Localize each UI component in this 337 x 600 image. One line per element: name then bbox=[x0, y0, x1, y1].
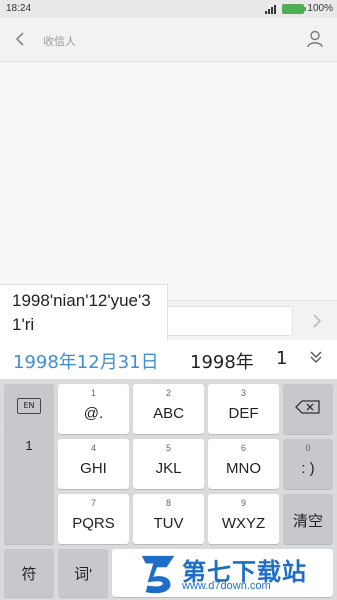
key-9[interactable]: 9 WXYZ bbox=[208, 494, 279, 544]
symbol-key[interactable]: 符 bbox=[4, 549, 54, 597]
number-one-key[interactable]: 1 bbox=[4, 428, 54, 544]
key-1-num: 1 bbox=[90, 388, 96, 398]
battery-icon bbox=[282, 4, 306, 14]
clear-key[interactable]: 清空 bbox=[283, 494, 333, 544]
key-0-num: 0 bbox=[305, 443, 311, 453]
person-icon[interactable] bbox=[307, 30, 323, 48]
key-7[interactable]: 7 PQRS bbox=[58, 494, 129, 544]
signal-icon bbox=[265, 5, 276, 14]
key-5[interactable]: 5 JKL bbox=[133, 439, 204, 489]
key-3[interactable]: 3 DEF bbox=[208, 384, 279, 434]
key-2-num: 2 bbox=[165, 388, 171, 398]
key-6-label: MNO bbox=[226, 460, 261, 477]
en-icon: EN bbox=[17, 398, 41, 414]
key-0-label: : ) bbox=[301, 460, 315, 477]
key-8-label: TUV bbox=[153, 515, 184, 532]
key-7-label: PQRS bbox=[72, 515, 115, 532]
status-time: 18:24 bbox=[6, 3, 32, 14]
backspace-key[interactable] bbox=[283, 384, 333, 434]
key-5-label: JKL bbox=[155, 460, 182, 477]
key-4[interactable]: 4 GHI bbox=[58, 439, 129, 489]
message-area bbox=[0, 62, 337, 300]
double-chevron-down-icon[interactable] bbox=[309, 350, 323, 364]
watermark-url: www.d7down.com bbox=[182, 580, 271, 592]
key-6-num: 6 bbox=[240, 443, 246, 453]
watermark: 第七下载站 www.d7down.com bbox=[136, 548, 337, 600]
en-switch-key[interactable]: EN bbox=[4, 384, 54, 428]
key-9-label: WXYZ bbox=[221, 515, 266, 532]
status-bar: 18:24 100% bbox=[0, 0, 337, 18]
candidate-3[interactable]: 1 bbox=[276, 348, 287, 369]
candidate-1[interactable]: 1998年12月31日 bbox=[13, 348, 159, 374]
chevron-right-icon[interactable] bbox=[311, 314, 323, 328]
key-3-label: DEF bbox=[228, 405, 259, 422]
key-8[interactable]: 8 TUV bbox=[133, 494, 204, 544]
symbol-label: 符 bbox=[21, 566, 37, 583]
key-1[interactable]: 1 @. bbox=[58, 384, 129, 434]
candidate-2[interactable]: 1998年 bbox=[190, 348, 254, 374]
number-one-label: 1 bbox=[25, 438, 33, 453]
message-input[interactable] bbox=[150, 306, 293, 336]
app-header: 收信人 bbox=[0, 18, 337, 62]
key-9-num: 9 bbox=[240, 498, 246, 508]
chevron-left-icon[interactable] bbox=[12, 31, 28, 47]
key-5-num: 5 bbox=[165, 443, 171, 453]
clear-label: 清空 bbox=[292, 513, 323, 530]
candidate-bar: 1998年12月31日 1998年 1 bbox=[0, 340, 337, 380]
key-2[interactable]: 2 ABC bbox=[133, 384, 204, 434]
battery-percent: 100% bbox=[307, 3, 333, 14]
recipient-input[interactable]: 收信人 bbox=[43, 33, 76, 49]
watermark-logo-icon bbox=[141, 555, 175, 594]
key-0[interactable]: 0 : ) bbox=[283, 439, 333, 489]
key-6[interactable]: 6 MNO bbox=[208, 439, 279, 489]
word-label: 词' bbox=[74, 566, 92, 583]
key-4-num: 4 bbox=[90, 443, 96, 453]
key-7-num: 7 bbox=[90, 498, 96, 508]
key-4-label: GHI bbox=[80, 460, 107, 477]
backspace-icon bbox=[295, 400, 320, 414]
key-2-label: ABC bbox=[153, 405, 184, 422]
word-key[interactable]: 词' bbox=[58, 549, 108, 597]
pinyin-composition: 1998'nian'12'yue'31'ri bbox=[0, 284, 168, 340]
key-3-num: 3 bbox=[240, 388, 246, 398]
key-8-num: 8 bbox=[165, 498, 171, 508]
key-1-label: @. bbox=[83, 405, 104, 422]
